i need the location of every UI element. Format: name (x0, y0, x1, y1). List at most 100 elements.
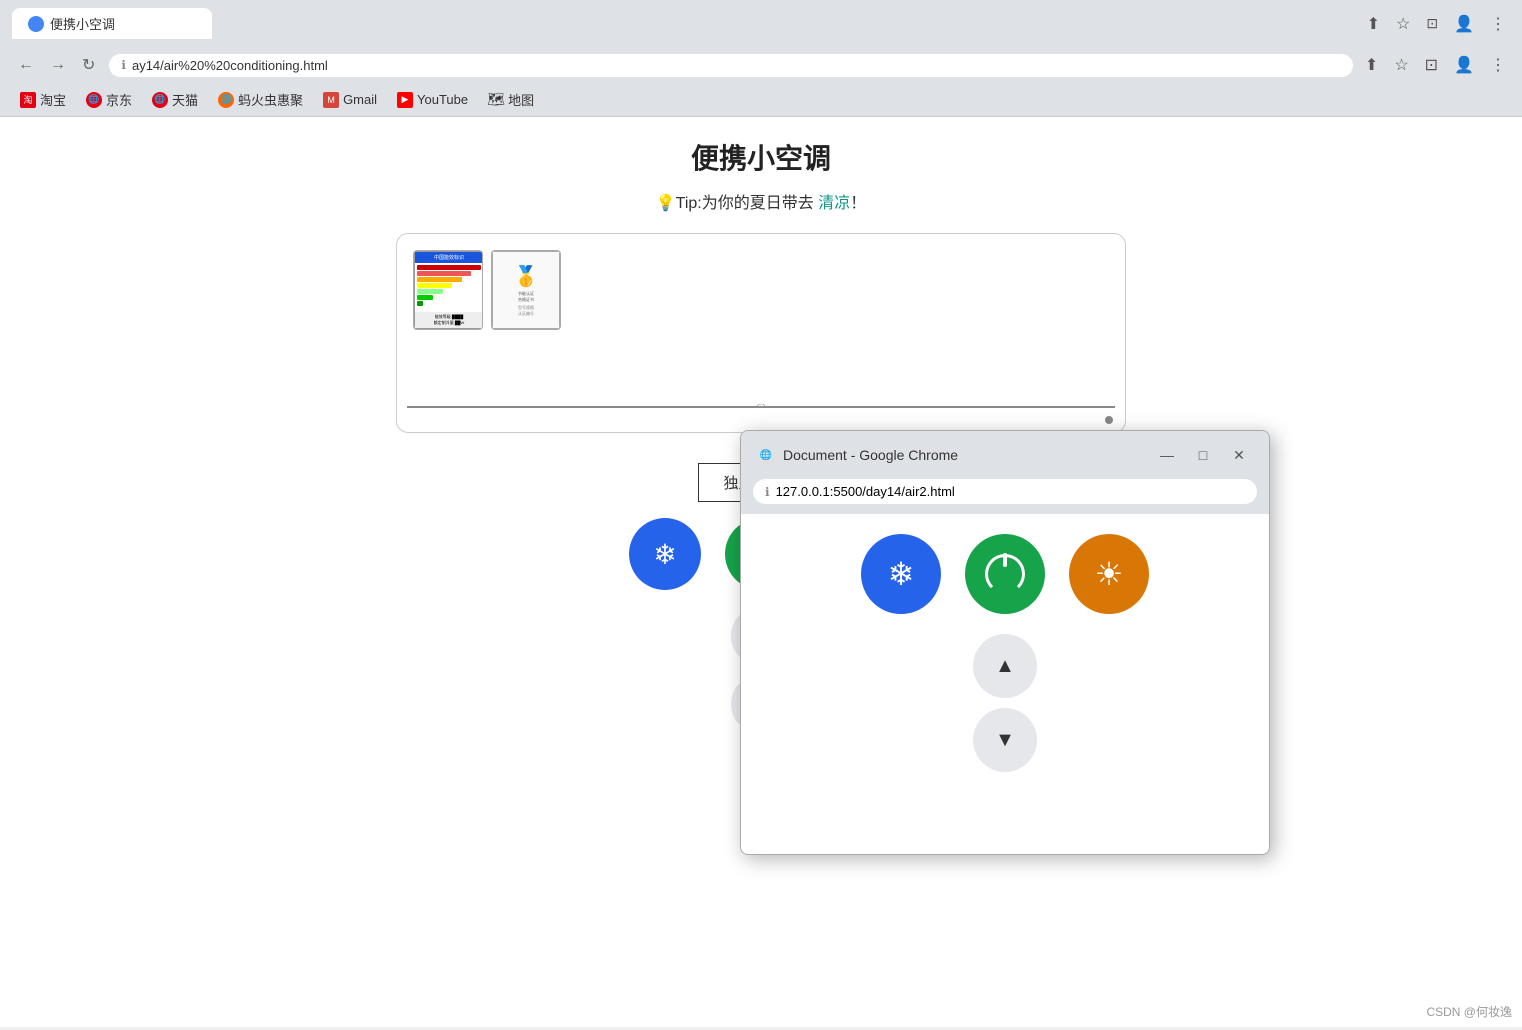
popup-window: 🌐 Document - Google Chrome — □ ✕ ℹ 127.0… (740, 430, 1270, 855)
menu-icon-btn[interactable]: ⋮ (1486, 10, 1510, 38)
energy-label-bottom: 能效等级 ████ 额定制冷量 ██W (415, 312, 483, 328)
nav-buttons: ← → ↻ (12, 51, 101, 79)
browser-chrome: 便携小空调 ⬆ ☆ ⊡ 👤 ⋮ ← → ↻ (0, 0, 1522, 117)
window-controls: ⬆ ☆ ⊡ 👤 ⋮ (1363, 10, 1510, 38)
bookmark-youtube[interactable]: ▶ YouTube (389, 89, 476, 111)
popup-security-icon: ℹ (765, 485, 770, 499)
maps-favicon: 🗺 (488, 92, 504, 108)
gmail-favicon: M (323, 92, 339, 108)
gallery-resize-handle[interactable]: ⇔ (754, 396, 768, 412)
energy-label: 中国能效标识 能效等级 ████ 额定制冷量 ██W (414, 251, 483, 329)
gallery-image-2[interactable]: 🥇 节能认证合格证书 型号规格认证编号 (491, 250, 561, 330)
popup-sun-button[interactable]: ☀ (1069, 534, 1149, 614)
tmall-favicon: 🌐 (152, 92, 168, 108)
energy-label-header: 中国能效标识 (415, 252, 483, 263)
gallery-image-1[interactable]: 中国能效标识 能效等级 ████ 额定制冷量 ██W (413, 250, 483, 330)
sidebar-icon: ⊡ (1426, 15, 1438, 31)
energy-bars (415, 263, 483, 312)
tab-title: 便携小空调 (50, 14, 115, 33)
menu-icon: ⋮ (1490, 16, 1506, 33)
bookmark-jd-label: 京东 (106, 90, 132, 109)
watermark-text: CSDN @何妆逸 (1426, 1005, 1512, 1019)
popup-close-button[interactable]: ✕ (1225, 441, 1253, 469)
browser-titlebar: 便携小空调 ⬆ ☆ ⊡ 👤 ⋮ (0, 0, 1522, 47)
popup-page-content: ❄ ☀ ▲ ▼ (741, 514, 1269, 854)
cert-text: 节能认证合格证书 (518, 291, 534, 303)
popup-title-left: 🌐 Document - Google Chrome (757, 446, 958, 464)
huiju-favicon: 🌐 (218, 92, 234, 108)
popup-cool-button[interactable]: ❄ (861, 534, 941, 614)
bookmark-tmall[interactable]: 🌐 天猫 (144, 87, 206, 112)
forward-button[interactable]: → (44, 52, 72, 78)
maximize-icon: □ (1199, 447, 1207, 463)
popup-arrow-up-icon: ▲ (995, 655, 1015, 678)
popup-title-icon: 🌐 (757, 446, 775, 464)
split-screen-btn[interactable]: ⊡ (1421, 51, 1442, 79)
gallery-images: 中国能效标识 能效等级 ████ 额定制冷量 ██W (413, 250, 1109, 330)
tip-link[interactable]: 清凉 (818, 195, 850, 212)
browser-tab[interactable]: 便携小空调 (12, 8, 212, 39)
popup-titlebar: 🌐 Document - Google Chrome — □ ✕ (741, 431, 1269, 479)
popup-sun-icon: ☀ (1095, 555, 1124, 593)
popup-power-icon (985, 554, 1025, 594)
popup-arrow-down-icon: ▼ (995, 729, 1015, 752)
bookmark-gmail-label: Gmail (343, 92, 377, 107)
user-profile-btn[interactable]: 👤 (1450, 51, 1478, 79)
minimize-icon: — (1160, 447, 1174, 463)
more-options-btn[interactable]: ⋮ (1486, 51, 1510, 79)
popup-arrow-up-button[interactable]: ▲ (973, 634, 1037, 698)
cool-button[interactable]: ❄ (629, 518, 701, 590)
popup-address-bar[interactable]: ℹ 127.0.0.1:5500/day14/air2.html (753, 479, 1257, 504)
gallery-scroll-indicator (1105, 416, 1113, 424)
popup-arrow-buttons: ▲ ▼ (761, 634, 1249, 772)
popup-snowflake-icon: ❄ (888, 555, 915, 593)
bookmark-gmail[interactable]: M Gmail (315, 89, 385, 111)
star-icon: ☆ (1396, 16, 1410, 33)
bookmark-tmall-label: 天猫 (172, 90, 198, 109)
bookmark-huiju[interactable]: 🌐 蚂火虫惠聚 (210, 87, 311, 112)
bookmark-taobao[interactable]: 淘 淘宝 (12, 87, 74, 112)
cert-detail: 型号规格认证编号 (518, 305, 534, 317)
refresh-button[interactable]: ↻ (76, 51, 101, 79)
profile-icon-btn[interactable]: 👤 (1450, 10, 1478, 38)
tip-prefix: 💡Tip:为你的夏日带去 (656, 195, 818, 212)
profile-icon: 👤 (1454, 16, 1474, 33)
favorites-btn[interactable]: ☆ (1390, 51, 1412, 79)
jd-favicon: 🌐 (86, 92, 102, 108)
watermark: CSDN @何妆逸 (1426, 1003, 1512, 1020)
back-button[interactable]: ← (12, 52, 40, 78)
bookmark-taobao-label: 淘宝 (40, 90, 66, 109)
address-text: ay14/air%20%20conditioning.html (132, 58, 1341, 73)
bookmark-youtube-label: YouTube (417, 92, 468, 107)
popup-arrow-down-button[interactable]: ▼ (973, 708, 1037, 772)
cert-image: 🥇 节能认证合格证书 型号规格认证编号 (492, 251, 560, 329)
popup-minimize-button[interactable]: — (1153, 441, 1181, 469)
address-bar[interactable]: ℹ ay14/air%20%20conditioning.html (109, 54, 1353, 77)
taobao-favicon: 淘 (20, 92, 36, 108)
tip-suffix: ！ (850, 195, 866, 212)
popup-window-controls: — □ ✕ (1153, 441, 1253, 469)
bookmark-maps-label: 地图 (508, 90, 534, 109)
browser-toolbar: ← → ↻ ℹ ay14/air%20%20conditioning.html … (0, 47, 1522, 83)
close-icon: ✕ (1233, 447, 1245, 464)
popup-power-button[interactable] (965, 534, 1045, 614)
snowflake-icon: ❄ (653, 538, 676, 571)
popup-address-text: 127.0.0.1:5500/day14/air2.html (776, 484, 955, 499)
share-icon-btn[interactable]: ⬆ (1363, 10, 1384, 38)
bookmark-maps[interactable]: 🗺 地图 (480, 87, 542, 112)
share-btn[interactable]: ⬆ (1361, 51, 1382, 79)
bookmark-icon-btn[interactable]: ☆ (1392, 10, 1414, 38)
cert-icon: 🥇 (514, 264, 539, 289)
youtube-favicon: ▶ (397, 92, 413, 108)
sidebar-icon-btn[interactable]: ⊡ (1422, 11, 1442, 37)
popup-controls-row: ❄ ☀ (761, 534, 1249, 614)
browser-toolbar-icons: ⬆ ☆ ⊡ 👤 ⋮ (1361, 51, 1510, 79)
share-icon: ⬆ (1367, 16, 1380, 33)
bookmark-jd[interactable]: 🌐 京东 (78, 87, 140, 112)
security-icon: ℹ (121, 58, 126, 72)
tab-favicon (28, 16, 44, 32)
bookmarks-bar: 淘 淘宝 🌐 京东 🌐 天猫 🌐 蚂火虫惠聚 M Gmail ▶ YouTube… (0, 83, 1522, 117)
popup-maximize-button[interactable]: □ (1189, 441, 1217, 469)
bookmark-huiju-label: 蚂火虫惠聚 (238, 90, 303, 109)
image-gallery: 中国能效标识 能效等级 ████ 额定制冷量 ██W (396, 233, 1126, 433)
